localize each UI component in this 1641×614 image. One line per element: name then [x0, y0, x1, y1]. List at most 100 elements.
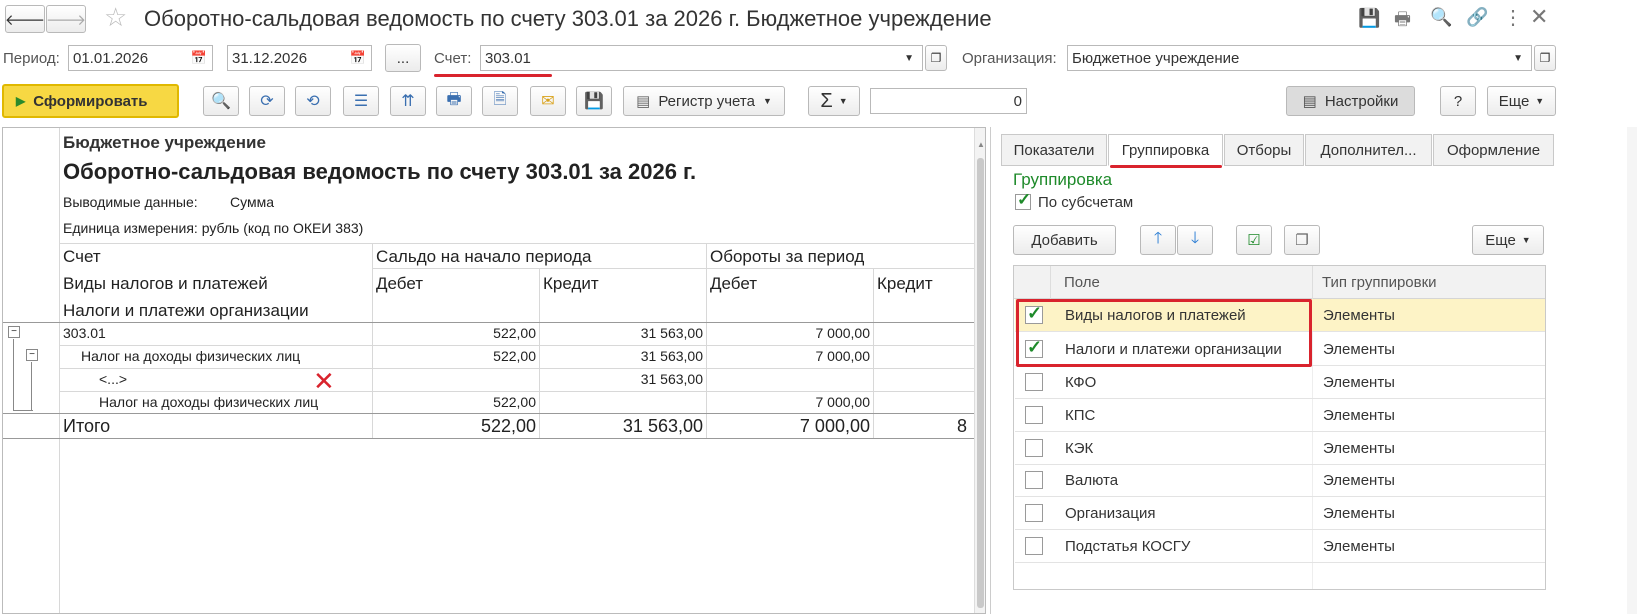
total-turnover-debit: 7 000,00 — [799, 416, 870, 436]
panel-splitter[interactable] — [990, 127, 991, 614]
link-icon[interactable]: 🔗 — [1466, 7, 1488, 28]
email-button[interactable]: ✉ — [530, 86, 566, 116]
grouping-row[interactable]: Организация Элементы — [1015, 497, 1545, 530]
settings-button[interactable]: ▤ Настройки — [1286, 86, 1415, 116]
report-org: Бюджетное учреждение — [63, 133, 266, 152]
report-spreadsheet[interactable]: − − Бюджетное учреждение Оборотно-сальдо… — [2, 127, 986, 614]
dropdown-arrow-icon: ▼ — [1535, 96, 1545, 106]
row-checkbox[interactable] — [1025, 406, 1043, 424]
tab-grouping[interactable]: Группировка — [1108, 134, 1223, 166]
panel-more-button[interactable]: Еще ▼ — [1472, 225, 1544, 255]
row-field: КФО — [1065, 374, 1097, 391]
dropdown-arrow-icon[interactable]: ▼ — [904, 53, 914, 64]
by-subaccounts-checkbox[interactable]: ✓ — [1015, 190, 1031, 210]
calendar-icon[interactable]: 📅 — [191, 50, 207, 66]
back-button[interactable]: 🡐 — [5, 5, 45, 33]
check-all-icon: ☑ — [1247, 232, 1261, 249]
grouping-row[interactable]: Подстатья КОСГУ Элементы — [1015, 530, 1545, 563]
column-field[interactable]: Поле — [1064, 274, 1100, 291]
tab-additional[interactable]: Дополнител... — [1305, 134, 1432, 166]
period-select-button[interactable]: ... — [385, 44, 421, 72]
org-field[interactable]: Бюджетное учреждение ▼ — [1067, 45, 1532, 71]
arrow-right-icon: 🡒 — [45, 11, 87, 29]
grouping-title: Группировка — [1013, 170, 1113, 189]
collapse-list-icon: ⇈ — [401, 93, 415, 110]
grouping-row[interactable]: КЭК Элементы — [1015, 432, 1545, 465]
panel-scrollbar[interactable] — [1627, 127, 1637, 614]
period-label: Период: — [3, 50, 60, 67]
grouping-row[interactable]: КПС Элементы — [1015, 399, 1545, 432]
dropdown-arrow-icon: ▼ — [1521, 235, 1531, 245]
row-type: Элементы — [1323, 505, 1395, 522]
scroll-up-icon[interactable]: ▲ — [977, 140, 985, 149]
tab-appearance[interactable]: Оформление — [1433, 134, 1554, 166]
date-from-field[interactable]: 01.01.2026 📅 — [68, 45, 213, 71]
find-prev-icon: ⟲ — [306, 93, 320, 110]
check-all-button[interactable]: ☑ — [1236, 225, 1272, 255]
org-open-button[interactable]: ❐ — [1534, 45, 1556, 71]
grouping-row[interactable]: КФО Элементы — [1015, 366, 1545, 399]
vertical-scrollbar[interactable]: ▲ — [974, 128, 985, 613]
open-window-icon: ❐ — [930, 51, 942, 65]
calendar-icon[interactable]: 📅 — [350, 50, 366, 66]
row-empty-credit: 31 563,00 — [640, 371, 703, 387]
row-checkbox[interactable] — [1025, 373, 1043, 391]
tab-label: Оформление — [1446, 141, 1541, 159]
move-up-button[interactable]: 🡑 — [1140, 225, 1176, 255]
preview-icon[interactable]: 🔍 — [1430, 7, 1452, 28]
more-button[interactable]: Еще ▼ — [1487, 86, 1556, 116]
expand-groups-button[interactable]: ☰ — [343, 86, 379, 116]
find-prev-button[interactable]: ⟲ — [295, 86, 331, 116]
by-subaccounts-label: По субсчетам — [1038, 194, 1134, 211]
more-vertical-icon[interactable]: ⋮ — [1503, 5, 1523, 30]
preview-button[interactable]: 🗎 — [482, 86, 518, 116]
sum-field[interactable]: 0 — [870, 88, 1027, 114]
tab-filters[interactable]: Отборы — [1224, 134, 1304, 166]
add-button[interactable]: Добавить — [1013, 225, 1116, 255]
collapse-toggle-icon[interactable]: − — [8, 326, 20, 338]
find-button[interactable]: 🔍 — [203, 86, 239, 116]
row-checkbox[interactable] — [1025, 504, 1043, 522]
forward-button[interactable]: 🡒 — [46, 5, 86, 33]
close-icon[interactable]: ✕ — [1530, 4, 1548, 30]
date-to-field[interactable]: 31.12.2026 📅 — [227, 45, 372, 71]
total-debit: 522,00 — [480, 416, 536, 436]
print-icon[interactable]: 🖶 — [1394, 7, 1411, 37]
account-open-button[interactable]: ❐ — [925, 45, 947, 71]
column-type[interactable]: Тип группировки — [1322, 274, 1437, 291]
favorite-star-icon[interactable]: ☆ — [104, 2, 127, 33]
tab-indicators[interactable]: Показатели — [1001, 134, 1107, 166]
row-tax-debit: 522,00 — [493, 348, 536, 364]
account-underline-annotation — [434, 74, 552, 77]
print-button[interactable]: 🖶 — [436, 86, 472, 116]
print-preview-icon: 🗎 — [493, 90, 507, 108]
register-button[interactable]: ▤ Регистр учета ▼ — [623, 86, 785, 116]
account-field[interactable]: 303.01 ▼ — [480, 45, 923, 71]
uncheck-all-button[interactable]: ❐ — [1284, 225, 1320, 255]
grouping-row[interactable]: Валюта Элементы — [1015, 464, 1545, 497]
find-next-button[interactable]: ⟳ — [249, 86, 285, 116]
tab-label: Показатели — [1013, 141, 1095, 159]
row-checkbox[interactable] — [1025, 537, 1043, 555]
help-button[interactable]: ? — [1440, 86, 1476, 116]
sum-button[interactable]: Σ ▼ — [808, 86, 860, 116]
open-window-icon: ❐ — [1539, 51, 1551, 65]
save-icon[interactable]: 💾 — [1358, 8, 1380, 29]
output-value: Сумма — [230, 194, 274, 210]
account-label: Счет: — [434, 50, 472, 67]
save-report-button[interactable]: 💾 — [576, 86, 612, 116]
move-down-button[interactable]: 🡓 — [1177, 225, 1213, 255]
row-checkbox[interactable] — [1025, 439, 1043, 457]
generate-button[interactable]: ▶ Сформировать — [2, 84, 179, 118]
scrollbar-thumb[interactable] — [977, 158, 984, 608]
register-label: Регистр учета — [658, 92, 755, 110]
collapse-toggle-icon[interactable]: − — [26, 349, 38, 361]
printer-icon: 🖶 — [446, 90, 462, 108]
envelope-icon: ✉ — [541, 93, 555, 110]
collapse-groups-button[interactable]: ⇈ — [390, 86, 426, 116]
row-empty-name: <...> — [99, 371, 128, 387]
dropdown-arrow-icon[interactable]: ▼ — [1513, 53, 1523, 64]
row-account-debit: 522,00 — [493, 325, 536, 341]
row-checkbox[interactable] — [1025, 471, 1043, 489]
dropdown-arrow-icon: ▼ — [762, 96, 772, 106]
